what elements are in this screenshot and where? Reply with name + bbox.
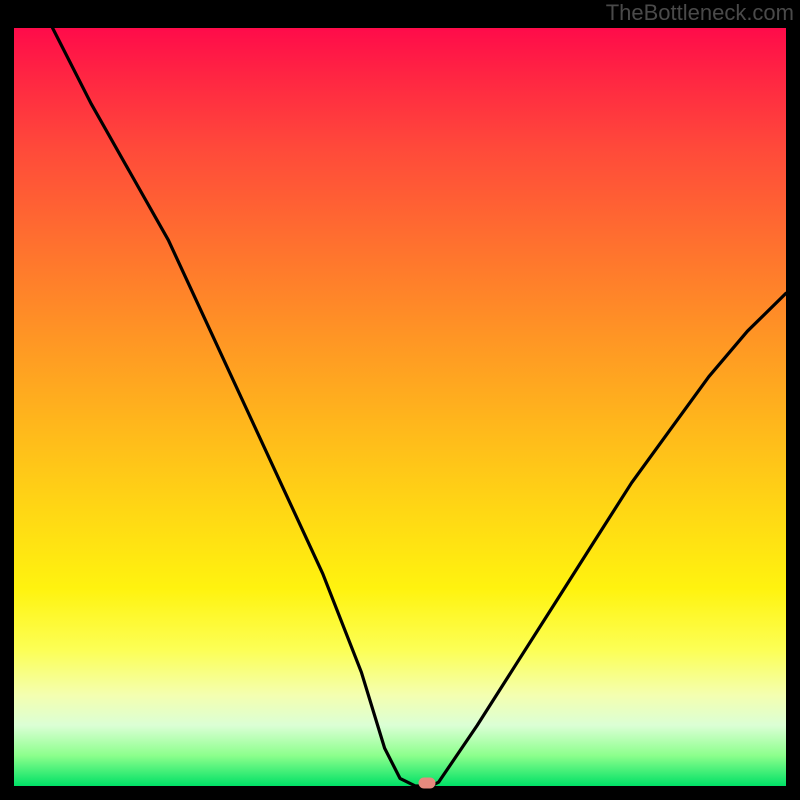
plot-area <box>14 28 786 786</box>
optimal-point-marker <box>419 778 436 789</box>
watermark-text: TheBottleneck.com <box>606 0 794 26</box>
chart-frame: TheBottleneck.com <box>0 0 800 800</box>
bottleneck-curve <box>14 28 786 786</box>
